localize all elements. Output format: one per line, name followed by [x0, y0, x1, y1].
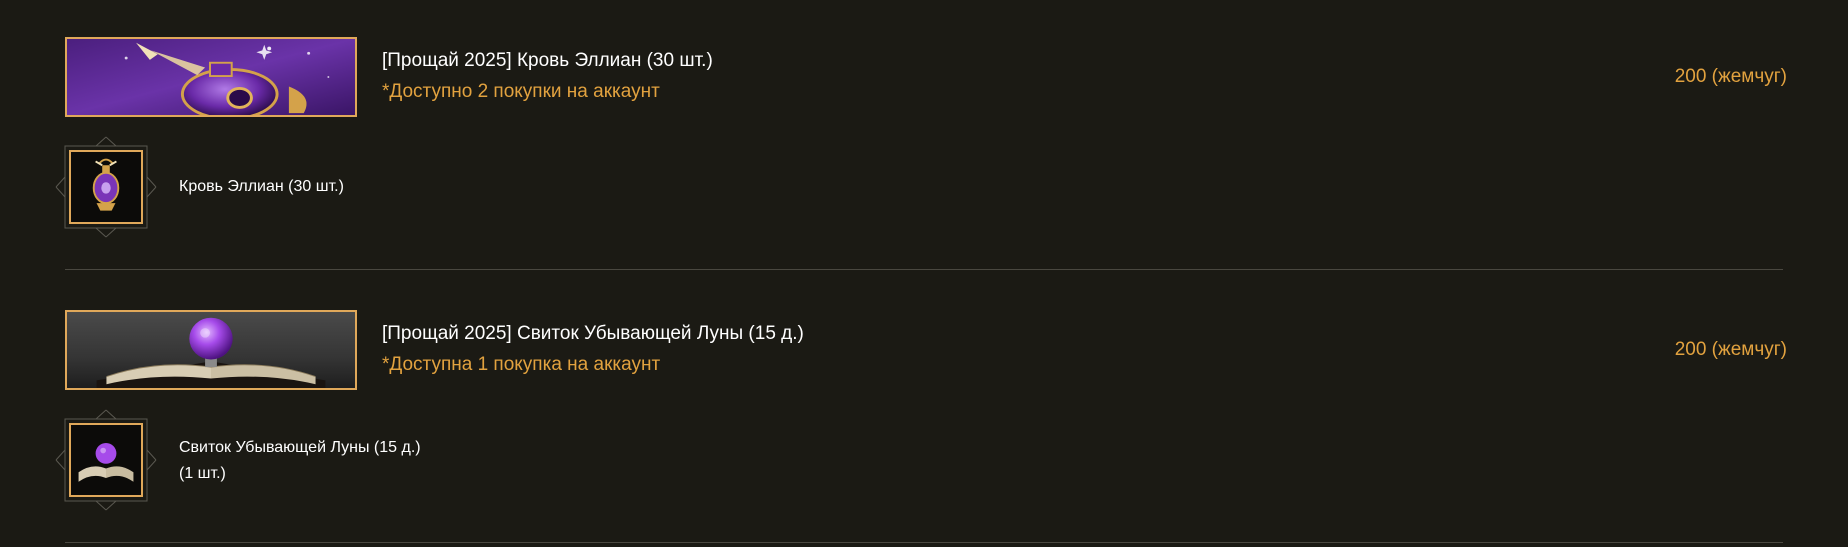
potion-vial-icon — [69, 150, 143, 224]
purchase-limit-note: *Доступна 1 покупка на аккаунт — [382, 354, 661, 375]
product-price[interactable]: 200 (жемчуг) — [1675, 339, 1787, 361]
item-quantity: (1 шт.) — [179, 465, 226, 482]
divider — [65, 542, 1783, 543]
orb-book-icon — [69, 423, 143, 497]
product-price[interactable]: 200 (жемчуг) — [1675, 66, 1787, 88]
product-entry: [Прощай 2025] Кровь Эллиан (30 шт.) *Дос… — [0, 0, 1848, 273]
item-name: Свиток Убывающей Луны (15 д.) — [179, 439, 421, 456]
product-title: [Прощай 2025] Кровь Эллиан (30 шт.) — [382, 50, 713, 71]
purple-potion-vial-icon[interactable] — [65, 37, 357, 117]
item-slot[interactable] — [54, 135, 158, 239]
item-name: Кровь Эллиан (30 шт.) — [179, 178, 344, 195]
purchase-limit-note: *Доступно 2 покупки на аккаунт — [382, 81, 660, 102]
divider — [65, 269, 1783, 270]
product-title: [Прощай 2025] Свиток Убывающей Луны (15 … — [382, 323, 804, 344]
shop-product-list: [Прощай 2025] Кровь Эллиан (30 шт.) *Дос… — [0, 0, 1848, 547]
item-slot[interactable] — [54, 408, 158, 512]
product-entry: [Прощай 2025] Свиток Убывающей Луны (15 … — [0, 273, 1848, 546]
crystal-orb-book-icon[interactable] — [65, 310, 357, 390]
